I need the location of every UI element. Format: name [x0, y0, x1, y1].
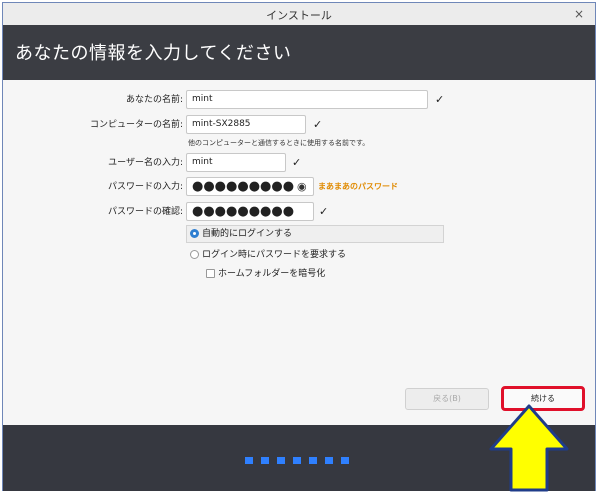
confirm-label: パスワードの確認:	[107, 207, 183, 217]
progress-step	[261, 457, 269, 464]
require-password-label: ログイン時にパスワードを要求する	[202, 250, 347, 260]
user-check-icon: ✓	[292, 156, 302, 169]
page-title: あなたの情報を入力してください	[15, 43, 292, 64]
auto-login-radio[interactable]	[190, 229, 199, 238]
encrypt-home-label: ホームフォルダーを暗号化	[218, 269, 326, 279]
progress-step	[325, 457, 333, 464]
password-label: パスワードの入力:	[107, 182, 183, 192]
computer-check-icon: ✓	[313, 118, 323, 131]
password-input[interactable]: ●●●●●●●●●	[186, 177, 314, 196]
username-input[interactable]: mint	[186, 153, 286, 172]
confirm-check-icon: ✓	[319, 205, 329, 218]
progress-step	[341, 457, 349, 464]
user-label: ユーザー名の入力:	[108, 158, 183, 168]
encrypt-home-checkbox[interactable]	[206, 269, 215, 278]
form-area: あなたの名前: mint ✓ コンピューターの名前: mint-SX2885 ✓…	[3, 80, 595, 425]
confirm-password-input[interactable]: ●●●●●●●●●	[186, 202, 314, 221]
name-label: あなたの名前:	[125, 95, 183, 105]
progress-step	[277, 457, 285, 464]
close-icon[interactable]: ×	[571, 6, 587, 22]
computer-hint: 他のコンピューターと通信するときに使用する名前です。	[188, 139, 370, 147]
back-button[interactable]: 戻る(B)	[405, 388, 489, 410]
title-bar: インストール ×	[3, 3, 595, 26]
window-title: インストール	[266, 9, 332, 22]
computer-name-input[interactable]: mint-SX2885	[186, 115, 306, 134]
name-check-icon: ✓	[435, 93, 445, 106]
password-strength: まあまあのパスワード	[318, 182, 398, 191]
name-input[interactable]: mint	[186, 90, 428, 109]
eye-icon[interactable]: ◉	[297, 177, 307, 196]
progress-step	[293, 457, 301, 464]
require-password-radio[interactable]	[190, 250, 199, 259]
computer-label: コンピューターの名前:	[89, 120, 183, 130]
progress-step	[245, 457, 253, 464]
pointer-arrow-icon	[489, 404, 569, 492]
progress-step	[309, 457, 317, 464]
auto-login-label: 自動的にログインする	[202, 229, 293, 239]
page-header: あなたの情報を入力してください	[3, 25, 595, 80]
